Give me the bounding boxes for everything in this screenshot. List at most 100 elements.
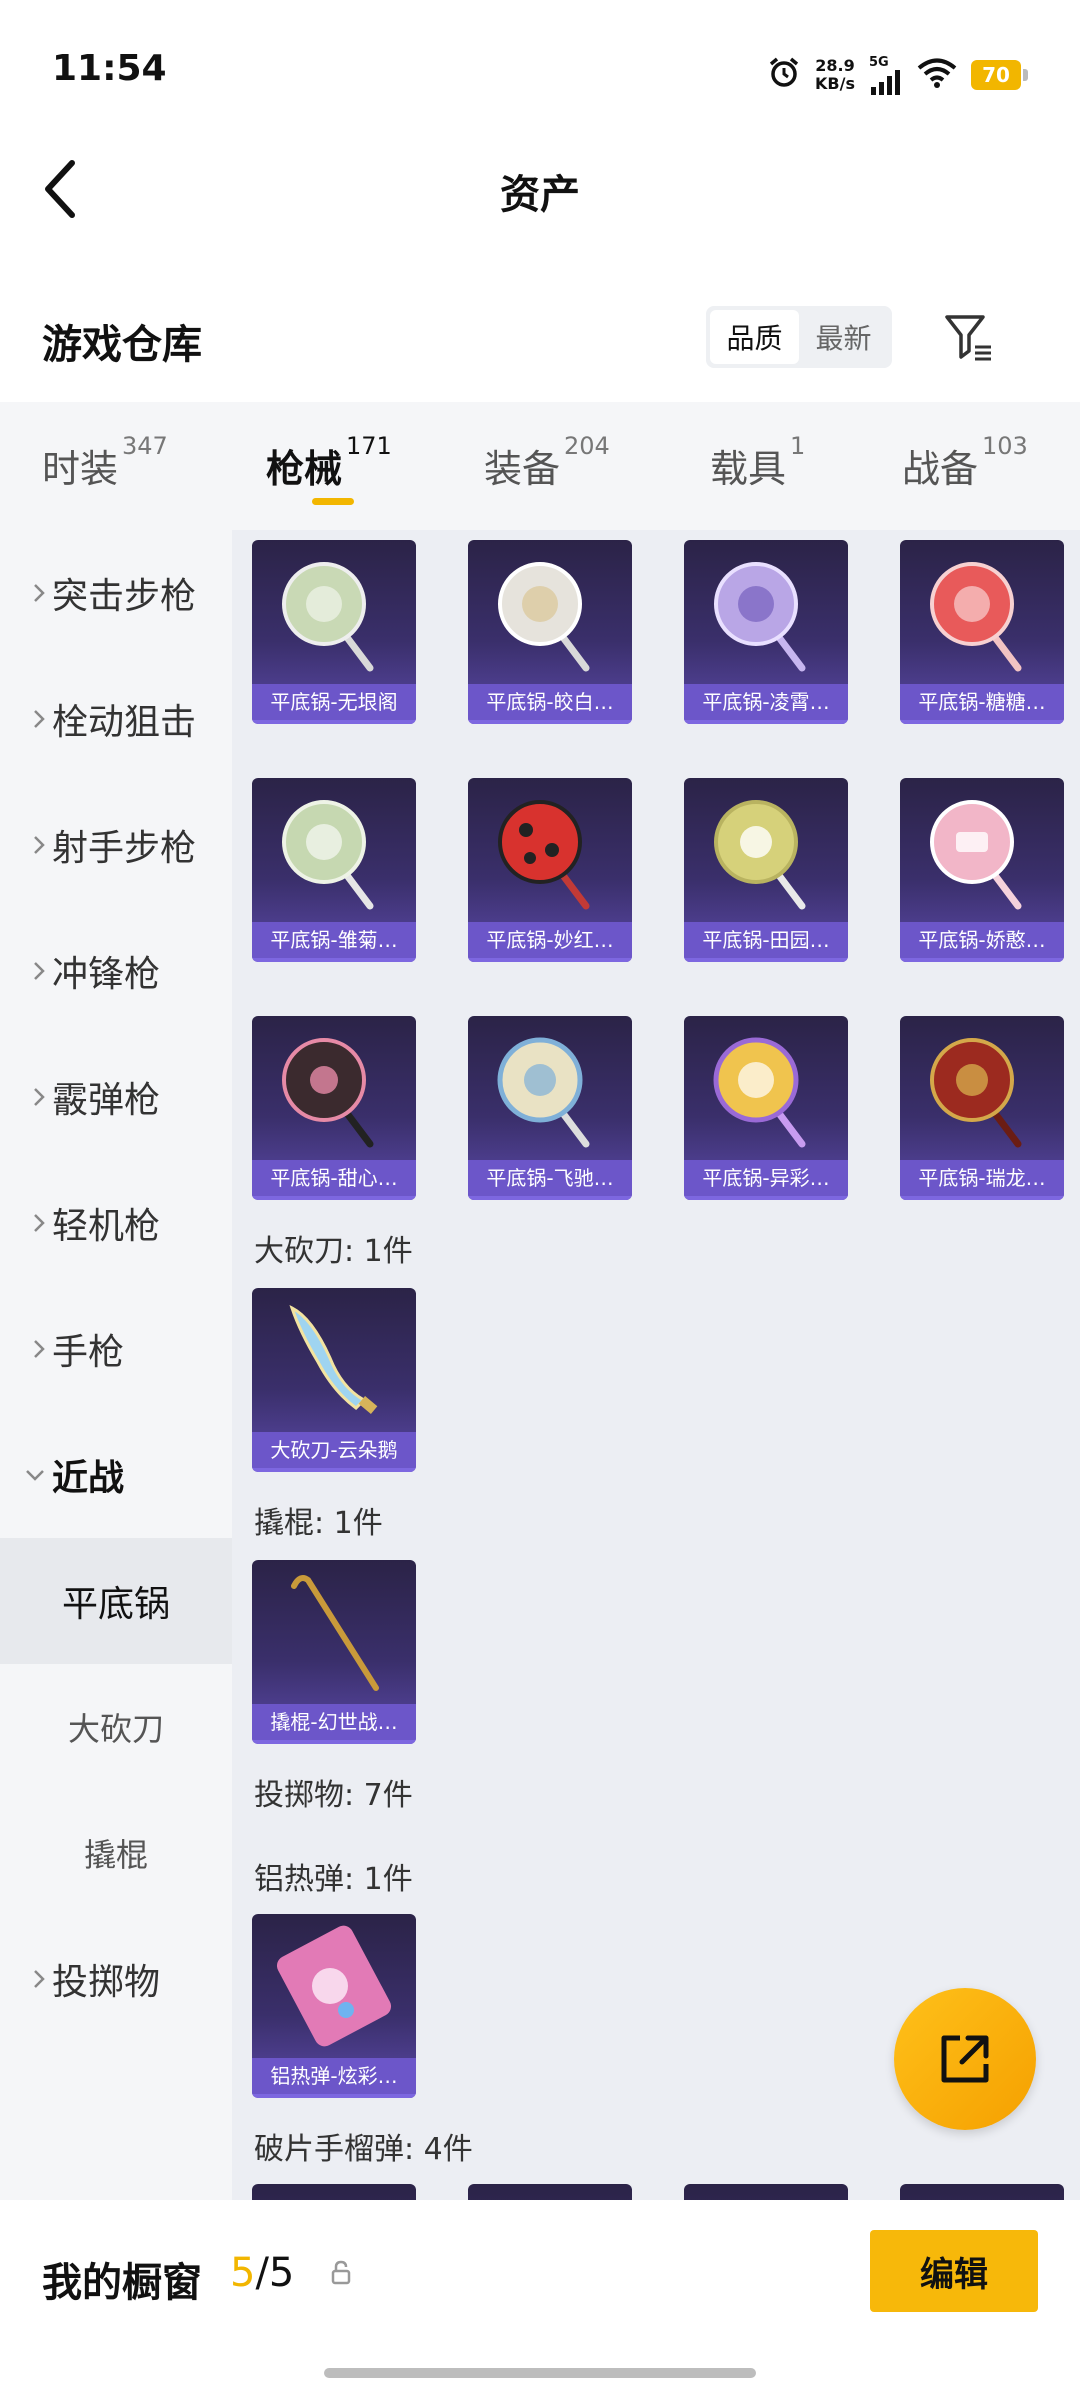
wifi-icon xyxy=(917,57,957,93)
share-fab[interactable] xyxy=(894,1988,1036,2130)
item-grid: 平底锅-无垠阁 平底锅-皎白… 平底锅-凌霄… 平底锅-糖糖… 平底锅-雏菊… … xyxy=(232,530,1080,2200)
item-card-frag-3[interactable] xyxy=(684,2184,848,2200)
crowbar-skin-icon xyxy=(291,1575,379,1691)
category-tabs: 时装347 枪械171 装备204 载具1 战备103 xyxy=(0,402,1080,530)
showcase-current: 5 xyxy=(230,2250,256,2296)
sidebar-item-lmg[interactable]: 轻机枪 xyxy=(0,1160,232,1286)
item-name: 平底锅-飞驰… xyxy=(468,1160,632,1196)
filter-icon xyxy=(945,315,991,361)
back-button[interactable] xyxy=(30,154,90,224)
tab-label: 载具 xyxy=(710,447,787,491)
item-name: 平底锅-糖糖… xyxy=(900,684,1064,720)
tab-count: 347 xyxy=(122,432,168,460)
pan-skin-icon xyxy=(497,1037,590,1148)
chevron-down-icon xyxy=(0,1468,52,1482)
status-time: 11:54 xyxy=(52,48,167,89)
pan-skin-icon xyxy=(714,562,806,672)
tab-firearms[interactable]: 枪械171 xyxy=(266,432,392,493)
item-card-crowbar[interactable]: 撬棍-幻世战… xyxy=(252,1560,416,1744)
sidebar-item-label: 轻机枪 xyxy=(52,1206,161,1247)
sidebar-item-shotgun[interactable]: 霰弹枪 xyxy=(0,1034,232,1160)
tab-equipment[interactable]: 装备204 xyxy=(484,432,610,493)
edit-button[interactable]: 编辑 xyxy=(870,2230,1038,2312)
external-link-icon xyxy=(941,2035,989,2083)
tab-vehicles[interactable]: 载具1 xyxy=(710,432,805,493)
item-card-pan-7[interactable]: 平底锅-田园… xyxy=(684,778,848,962)
sidebar-item-throwables[interactable]: 投掷物 xyxy=(0,1916,232,2042)
alarm-icon xyxy=(767,56,801,94)
item-card-pan-10[interactable]: 平底锅-飞驰… xyxy=(468,1016,632,1200)
item-name: 平底锅-雏菊… xyxy=(252,922,416,958)
item-card-machete[interactable]: 大砍刀-云朵鹅 xyxy=(252,1288,416,1472)
tab-count: 103 xyxy=(982,432,1028,460)
item-card-pan-6[interactable]: 平底锅-妙红… xyxy=(468,778,632,962)
showcase-total: /5 xyxy=(255,2250,295,2296)
tab-gear[interactable]: 战备103 xyxy=(902,432,1028,493)
chevron-right-icon xyxy=(0,1086,52,1108)
item-card-thermite[interactable]: 铝热弹-炫彩… xyxy=(252,1914,416,2098)
sidebar-subitem-crowbar[interactable]: 撬棍 xyxy=(0,1790,232,1916)
sidebar-item-smg[interactable]: 冲锋枪 xyxy=(0,908,232,1034)
filter-button[interactable] xyxy=(940,308,998,366)
sidebar-item-melee[interactable]: 近战 xyxy=(0,1412,232,1538)
net-speed: 28.9 KB/s xyxy=(815,57,855,93)
item-name: 平底锅-妙红… xyxy=(468,922,632,958)
chevron-right-icon xyxy=(0,708,52,730)
sidebar-item-assault-rifle[interactable]: 突击步枪 xyxy=(0,530,232,656)
sidebar-item-marksman-rifle[interactable]: 射手步枪 xyxy=(0,782,232,908)
battery-indicator: 70 xyxy=(971,60,1028,90)
sidebar-subitem-machete[interactable]: 大砍刀 xyxy=(0,1664,232,1790)
item-card-frag-1[interactable] xyxy=(252,2184,416,2200)
item-card-pan-12[interactable]: 平底锅-瑞龙… xyxy=(900,1016,1064,1200)
pan-skin-icon xyxy=(930,562,1022,672)
group-label-frag-grenade: 破片手榴弹: 4件 xyxy=(254,2132,473,2167)
item-card-pan-9[interactable]: 平底锅-甜心… xyxy=(252,1016,416,1200)
sidebar-item-label: 突击步枪 xyxy=(52,576,197,617)
sidebar-subitem-pan[interactable]: 平底锅 xyxy=(0,1538,232,1664)
item-card-pan-11[interactable]: 平底锅-异彩… xyxy=(684,1016,848,1200)
pan-skin-icon xyxy=(282,800,374,910)
sidebar-item-label: 投掷物 xyxy=(52,1962,161,2003)
item-card-pan-2[interactable]: 平底锅-皎白… xyxy=(468,540,632,724)
top-nav: 资产 xyxy=(0,140,1080,240)
sort-option-newest[interactable]: 最新 xyxy=(799,310,888,364)
item-name: 撬棍-幻世战… xyxy=(252,1704,416,1740)
status-bar: 11:54 28.9 KB/s 5G 70 xyxy=(0,0,1080,140)
item-card-pan-5[interactable]: 平底锅-雏菊… xyxy=(252,778,416,962)
chevron-right-icon xyxy=(0,834,52,856)
sidebar-item-pistol[interactable]: 手枪 xyxy=(0,1286,232,1412)
net-speed-value: 28.9 xyxy=(815,56,855,75)
tab-label: 时装 xyxy=(42,447,119,491)
sidebar-item-bolt-sniper[interactable]: 栓动狙击 xyxy=(0,656,232,782)
item-card-frag-4[interactable] xyxy=(900,2184,1064,2200)
item-name: 铝热弹-炫彩… xyxy=(252,2058,416,2094)
page-title: 资产 xyxy=(500,172,580,218)
chevron-right-icon xyxy=(0,1212,52,1234)
item-card-pan-8[interactable]: 平底锅-娇憨… xyxy=(900,778,1064,962)
tab-label: 装备 xyxy=(484,447,561,491)
chevron-right-icon xyxy=(0,1338,52,1360)
weapon-sidebar: 突击步枪 栓动狙击 射手步枪 冲锋枪 霰弹枪 轻机枪 手枪 近战 平底锅 大砍刀… xyxy=(0,530,232,2200)
item-card-pan-3[interactable]: 平底锅-凌霄… xyxy=(684,540,848,724)
signal-icon xyxy=(871,69,900,95)
pan-skin-icon xyxy=(713,1037,806,1148)
home-indicator[interactable] xyxy=(324,2368,756,2378)
group-label-thermite: 铝热弹: 1件 xyxy=(254,1862,413,1897)
item-card-frag-2[interactable] xyxy=(468,2184,632,2200)
item-card-pan-1[interactable]: 平底锅-无垠阁 xyxy=(252,540,416,724)
status-icons: 28.9 KB/s 5G 70 xyxy=(767,52,1028,98)
chevron-right-icon xyxy=(0,582,52,604)
item-name: 平底锅-甜心… xyxy=(252,1160,416,1196)
tab-fashion[interactable]: 时装347 xyxy=(42,432,168,493)
machete-skin-icon xyxy=(289,1305,378,1414)
cell-signal: 5G xyxy=(869,56,903,95)
active-tab-indicator xyxy=(312,498,354,505)
tab-label: 枪械 xyxy=(266,447,343,491)
item-card-pan-4[interactable]: 平底锅-糖糖… xyxy=(900,540,1064,724)
pan-skin-icon xyxy=(282,562,374,672)
pan-skin-icon xyxy=(930,800,1022,910)
net-speed-unit: KB/s xyxy=(815,74,855,93)
sort-option-quality[interactable]: 品质 xyxy=(710,310,799,364)
showcase-count: 5/5 xyxy=(230,2250,294,2296)
item-name: 平底锅-瑞龙… xyxy=(900,1160,1064,1196)
